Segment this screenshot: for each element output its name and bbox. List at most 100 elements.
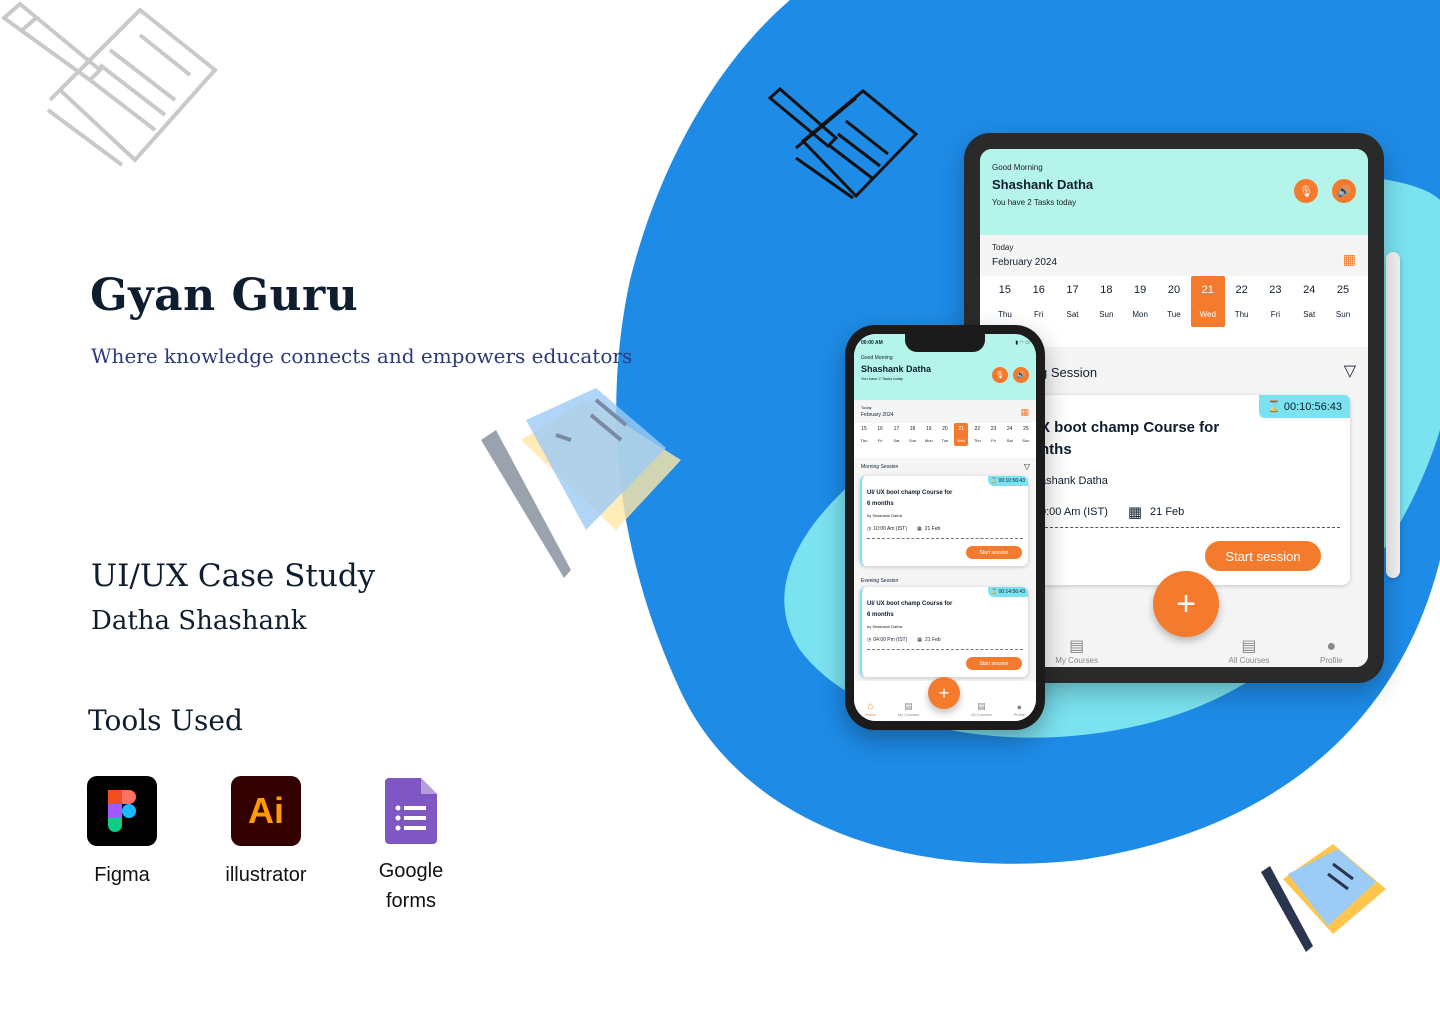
date-number: 18 [1100, 284, 1113, 296]
date-number: 24 [1006, 426, 1013, 432]
date-item[interactable]: 21 Wed [1190, 276, 1225, 327]
date-item[interactable]: 16 Fri [1022, 276, 1056, 327]
nav-profile[interactable]: ● Profile [1320, 638, 1343, 665]
date-number: 20 [942, 426, 948, 432]
course-date: 21 Feb [925, 637, 941, 643]
google-forms-logo-icon [376, 776, 446, 846]
open-book-pen-icon [481, 388, 681, 578]
date-item[interactable]: 15 Thu [988, 276, 1022, 327]
nav-all-courses[interactable]: ▤ All Courses [1229, 636, 1270, 665]
date-item[interactable]: 18 Sun [1089, 276, 1123, 327]
course-date: 21 Feb [924, 526, 941, 532]
date-item[interactable]: 19 Mon [1123, 276, 1157, 327]
nav-all-courses[interactable]: ▤ All Courses [971, 701, 991, 717]
date-item[interactable]: 22 Thu [1225, 276, 1259, 327]
date-number: 22 [1235, 284, 1248, 296]
date-item[interactable]: 15 Thu [857, 423, 871, 446]
courses-icon: ▤ [1241, 638, 1257, 655]
date-number: 21 [958, 426, 964, 432]
weekday-label: Sat [1303, 310, 1316, 319]
weekday-label: Sun [909, 438, 917, 443]
phone-screen: 00:00 AM ▮ ◠ ▭ Good Morning Shashank Dat… [854, 334, 1036, 721]
start-session-button[interactable]: Start session [966, 657, 1022, 670]
timer-badge: ⌛ 00:10:56:43 [987, 476, 1028, 486]
tool-label: illustrator [225, 864, 307, 886]
date-item[interactable]: 18 Sun [906, 423, 920, 446]
date-number: 24 [1303, 284, 1316, 296]
tools-heading: Tools Used [88, 704, 243, 737]
date-item[interactable]: 17 Sat [1056, 276, 1090, 327]
course-author: ashank Datha [1040, 475, 1108, 487]
course-title: UI/ UX boot champ Course for 6 months [867, 490, 953, 507]
profile-icon: ● [1326, 638, 1337, 655]
course-author: by Shashank Datha [867, 624, 902, 629]
weekday-label: Fri [991, 438, 996, 443]
mic-icon[interactable]: 🎙 [1294, 179, 1318, 203]
date-item[interactable]: 17 Sat [889, 423, 903, 446]
date-item[interactable]: 20 Tue [938, 423, 952, 446]
date-number: 22 [974, 426, 981, 432]
case-study-title: UI/UX Case Study [91, 558, 376, 594]
date-item[interactable]: 16 Fri [873, 423, 887, 446]
date-item[interactable]: 20 Tue [1157, 276, 1191, 327]
course-card[interactable]: ⌛ 00:10:56:43 UI/ UX boot champ Course f… [860, 476, 1028, 566]
ai-logo-icon: Ai [231, 776, 301, 846]
evening-session-label: Evening Session [861, 578, 899, 584]
pencil-book-icon [768, 86, 918, 200]
greeting-header: Good Morning Shashank Datha You have 2 T… [980, 149, 1368, 235]
speaker-icon[interactable]: 🔊 [1332, 179, 1356, 203]
nav-home[interactable]: ⌂ Home [865, 701, 876, 717]
course-author: by Shashank Datha [867, 513, 902, 518]
start-session-button[interactable]: Start session [1205, 541, 1321, 571]
profile-icon: ● [1016, 702, 1023, 712]
date-item[interactable]: 22 Thu [970, 423, 984, 446]
nav-my-courses[interactable]: ▤ My Courses [898, 701, 919, 717]
date-item[interactable]: 25 Sun [1019, 423, 1033, 446]
date-item[interactable]: 25 Sun [1326, 276, 1360, 327]
weekday-label: Thu [1234, 310, 1249, 319]
date-item[interactable]: 24 Sat [1292, 276, 1326, 327]
date-header: Today February 2024 ▦ [980, 235, 1368, 276]
weekday-label: Thu [860, 438, 868, 443]
course-title: X boot champ Course for nths [1040, 419, 1220, 458]
calendar-icon[interactable]: ▦ [1343, 251, 1356, 268]
clock-icon: ◷ [867, 637, 872, 643]
weekday-label: Thu [973, 438, 981, 443]
nav-profile[interactable]: ● Profile [1014, 702, 1025, 717]
course-card[interactable]: ⌛ 00:10:56:43 X boot champ Course for nt… [1030, 395, 1350, 585]
course-time: 04:00 Pm (IST) [873, 637, 908, 643]
filter-icon[interactable]: ▽ [1024, 462, 1030, 471]
date-item[interactable]: 23 Fri [1259, 276, 1293, 327]
weekday-label: Wed [1199, 310, 1216, 319]
weekday-label: Sun [1335, 310, 1351, 319]
add-button[interactable]: + [1153, 571, 1219, 637]
figma-logo-icon [87, 776, 157, 846]
weekday-label: Tue [1167, 310, 1181, 319]
course-card[interactable]: ⌛ 00:14:56:43 UI/ UX boot champ Course f… [860, 587, 1028, 677]
filter-icon[interactable]: ▽ [1344, 361, 1356, 381]
nav-my-courses[interactable]: ▤ My Courses [1055, 636, 1098, 665]
date-strip: 15 Thu 16 Fri 17 Sat 18 Sun 19 Mon 20 Tue 21 Wed 22 Thu… [854, 423, 1036, 446]
weekday-label: Thu [998, 310, 1012, 319]
weekday-label: Sat [1006, 438, 1013, 443]
start-session-button[interactable]: Start session [966, 546, 1022, 559]
weekday-label: Sat [893, 438, 900, 443]
calendar-icon[interactable]: ▦ [1020, 407, 1029, 418]
open-book-pen-icon [1261, 844, 1386, 952]
date-number: 16 [877, 426, 883, 432]
date-item[interactable]: 23 Fri [987, 423, 1001, 446]
timer-badge: ⌛ 00:10:56:43 [1259, 395, 1350, 418]
clock-icon: ◷ [867, 526, 872, 532]
pencil-book-icon [0, 1, 218, 167]
weekday-label: Tue [941, 438, 949, 443]
mic-icon[interactable]: 🎙 [992, 367, 1008, 383]
date-item[interactable]: 24 Sat [1003, 423, 1017, 446]
date-item[interactable]: 19 Mon [922, 423, 936, 446]
date-number: 17 [1066, 284, 1079, 296]
month-label: February 2024 [861, 412, 894, 418]
tool-label: Google forms [378, 860, 444, 912]
add-button[interactable]: + [928, 677, 960, 709]
date-number: 19 [925, 426, 932, 432]
date-item[interactable]: 21 Wed [954, 423, 969, 446]
speaker-icon[interactable]: 🔊 [1013, 367, 1029, 383]
